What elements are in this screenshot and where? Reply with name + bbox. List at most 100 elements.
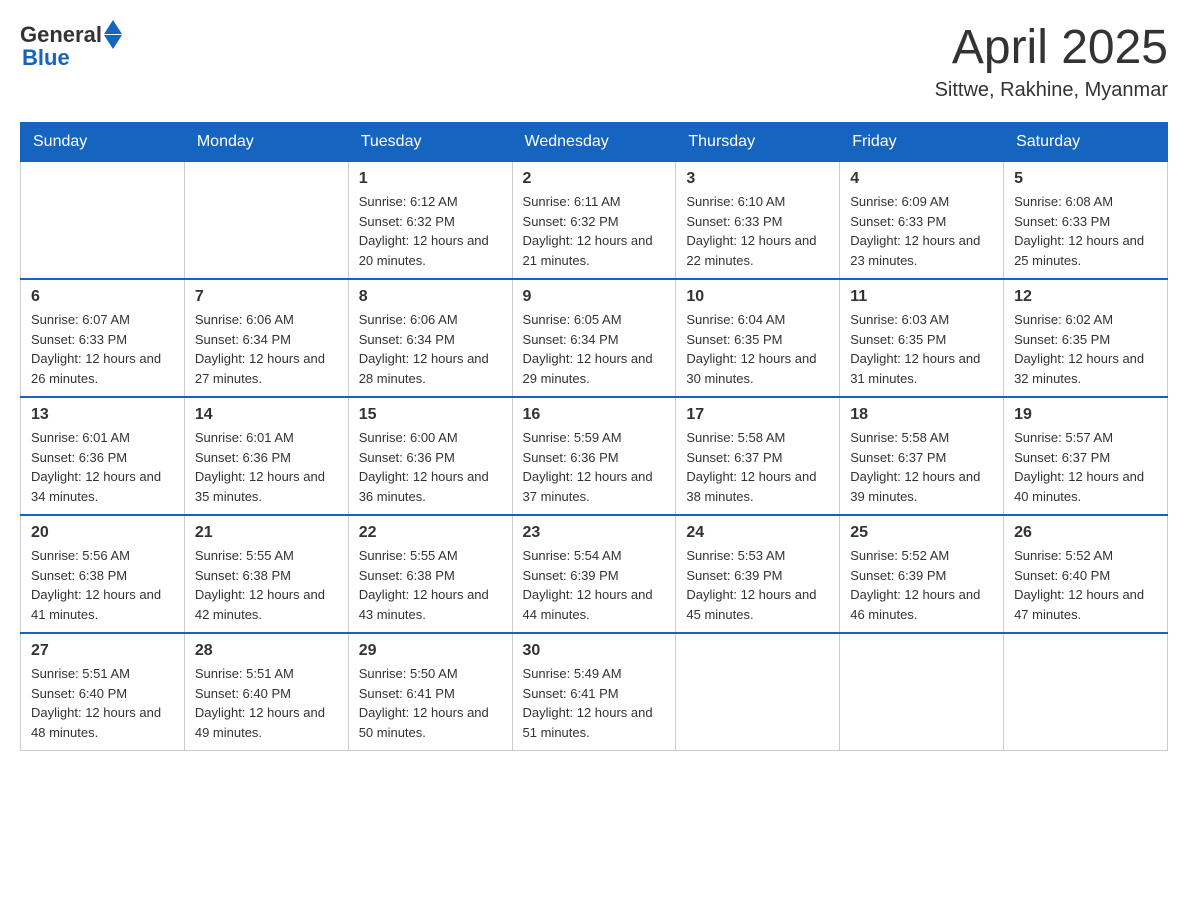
table-row: 19 Sunrise: 5:57 AMSunset: 6:37 PMDayligh…: [1004, 397, 1168, 515]
day-info: Sunrise: 6:02 AMSunset: 6:35 PMDaylight:…: [1014, 310, 1157, 388]
day-number: 30: [523, 642, 666, 660]
table-row: 25Sunrise: 5:52 AMSunset: 6:39 PMDayligh…: [840, 515, 1004, 633]
day-info: Sunrise: 6:01 AMSunset: 6:36 PMDaylight:…: [31, 428, 174, 506]
day-info: Sunrise: 5:56 AMSunset: 6:38 PMDaylight:…: [31, 546, 174, 624]
table-row: 8Sunrise: 6:06 AMSunset: 6:34 PMDaylight…: [348, 279, 512, 397]
day-number: 29: [359, 642, 502, 660]
logo-blue-text: Blue: [22, 45, 70, 71]
day-info: Sunrise: 5:57 AMSunset: 6:37 PMDaylight:…: [1014, 428, 1157, 506]
day-number: 22: [359, 524, 502, 542]
title-section: April 2025 Sittwe, Rakhine, Myanmar: [935, 20, 1168, 102]
col-tuesday: Tuesday: [348, 123, 512, 162]
table-row: [21, 162, 185, 280]
table-row: 23 Sunrise: 5:54 AMSunset: 6:39 PMDayligh…: [512, 515, 676, 633]
table-row: 21 Sunrise: 5:55 AMSunset: 6:38 PMDayligh…: [184, 515, 348, 633]
day-info: Sunrise: 6:10 AMSunset: 6:33 PMDaylight:…: [686, 192, 829, 270]
day-info: Sunrise: 5:55 AMSunset: 6:38 PMDaylight:…: [195, 546, 338, 624]
day-number: 3: [686, 170, 829, 188]
logo-triangle-up: [104, 20, 122, 34]
table-row: 14 Sunrise: 6:01 AMSunset: 6:36 PMDayligh…: [184, 397, 348, 515]
day-number: 21: [195, 524, 338, 542]
day-number: 17: [686, 406, 829, 424]
day-info: Sunrise: 6:08 AMSunset: 6:33 PMDaylight:…: [1014, 192, 1157, 270]
calendar-table: Sunday Monday Tuesday Wednesday Thursday…: [20, 122, 1168, 751]
col-sunday: Sunday: [21, 123, 185, 162]
table-row: [840, 633, 1004, 751]
day-number: 23: [523, 524, 666, 542]
day-number: 24: [686, 524, 829, 542]
day-number: 15: [359, 406, 502, 424]
day-info: Sunrise: 6:00 AMSunset: 6:36 PMDaylight:…: [359, 428, 502, 506]
day-number: 13: [31, 406, 174, 424]
day-number: 2: [523, 170, 666, 188]
day-info: Sunrise: 6:06 AMSunset: 6:34 PMDaylight:…: [359, 310, 502, 388]
day-info: Sunrise: 6:09 AMSunset: 6:33 PMDaylight:…: [850, 192, 993, 270]
day-number: 19: [1014, 406, 1157, 424]
day-info: Sunrise: 5:50 AMSunset: 6:41 PMDaylight:…: [359, 664, 502, 742]
table-row: [676, 633, 840, 751]
table-row: 26 Sunrise: 5:52 AMSunset: 6:40 PMDayligh…: [1004, 515, 1168, 633]
day-info: Sunrise: 5:58 AMSunset: 6:37 PMDaylight:…: [686, 428, 829, 506]
day-info: Sunrise: 5:51 AMSunset: 6:40 PMDaylight:…: [31, 664, 174, 742]
day-info: Sunrise: 6:06 AMSunset: 6:34 PMDaylight:…: [195, 310, 338, 388]
day-info: Sunrise: 5:54 AMSunset: 6:39 PMDaylight:…: [523, 546, 666, 624]
calendar-week-row: 1 Sunrise: 6:12 AMSunset: 6:32 PMDaylight…: [21, 162, 1168, 280]
calendar-week-row: 27Sunrise: 5:51 AMSunset: 6:40 PMDayligh…: [21, 633, 1168, 751]
logo-triangle-down: [104, 35, 122, 49]
table-row: 12 Sunrise: 6:02 AMSunset: 6:35 PMDayligh…: [1004, 279, 1168, 397]
table-row: 3 Sunrise: 6:10 AMSunset: 6:33 PMDaylight…: [676, 162, 840, 280]
day-info: Sunrise: 6:01 AMSunset: 6:36 PMDaylight:…: [195, 428, 338, 506]
table-row: 1 Sunrise: 6:12 AMSunset: 6:32 PMDaylight…: [348, 162, 512, 280]
day-info: Sunrise: 6:07 AMSunset: 6:33 PMDaylight:…: [31, 310, 174, 388]
table-row: 28 Sunrise: 5:51 AMSunset: 6:40 PMDayligh…: [184, 633, 348, 751]
table-row: 20 Sunrise: 5:56 AMSunset: 6:38 PMDayligh…: [21, 515, 185, 633]
table-row: 6 Sunrise: 6:07 AMSunset: 6:33 PMDaylight…: [21, 279, 185, 397]
col-thursday: Thursday: [676, 123, 840, 162]
table-row: 10Sunrise: 6:04 AMSunset: 6:35 PMDayligh…: [676, 279, 840, 397]
table-row: 11 Sunrise: 6:03 AMSunset: 6:35 PMDayligh…: [840, 279, 1004, 397]
day-info: Sunrise: 6:11 AMSunset: 6:32 PMDaylight:…: [523, 192, 666, 270]
day-number: 12: [1014, 288, 1157, 306]
day-number: 28: [195, 642, 338, 660]
table-row: 7 Sunrise: 6:06 AMSunset: 6:34 PMDaylight…: [184, 279, 348, 397]
day-number: 16: [523, 406, 666, 424]
table-row: 5 Sunrise: 6:08 AMSunset: 6:33 PMDaylight…: [1004, 162, 1168, 280]
day-number: 11: [850, 288, 993, 306]
day-number: 14: [195, 406, 338, 424]
table-row: 30 Sunrise: 5:49 AMSunset: 6:41 PMDayligh…: [512, 633, 676, 751]
day-info: Sunrise: 5:59 AMSunset: 6:36 PMDaylight:…: [523, 428, 666, 506]
day-number: 7: [195, 288, 338, 306]
day-number: 10: [686, 288, 829, 306]
table-row: 18Sunrise: 5:58 AMSunset: 6:37 PMDayligh…: [840, 397, 1004, 515]
day-info: Sunrise: 5:52 AMSunset: 6:39 PMDaylight:…: [850, 546, 993, 624]
calendar-week-row: 20 Sunrise: 5:56 AMSunset: 6:38 PMDayligh…: [21, 515, 1168, 633]
table-row: 4Sunrise: 6:09 AMSunset: 6:33 PMDaylight…: [840, 162, 1004, 280]
day-info: Sunrise: 5:49 AMSunset: 6:41 PMDaylight:…: [523, 664, 666, 742]
day-info: Sunrise: 5:55 AMSunset: 6:38 PMDaylight:…: [359, 546, 502, 624]
day-number: 26: [1014, 524, 1157, 542]
month-year-title: April 2025: [935, 20, 1168, 75]
day-info: Sunrise: 5:52 AMSunset: 6:40 PMDaylight:…: [1014, 546, 1157, 624]
page-header: General Blue April 2025 Sittwe, Rakhine,…: [20, 20, 1168, 102]
day-number: 6: [31, 288, 174, 306]
table-row: [1004, 633, 1168, 751]
day-info: Sunrise: 5:53 AMSunset: 6:39 PMDaylight:…: [686, 546, 829, 624]
location-subtitle: Sittwe, Rakhine, Myanmar: [935, 79, 1168, 102]
table-row: 17 Sunrise: 5:58 AMSunset: 6:37 PMDayligh…: [676, 397, 840, 515]
day-info: Sunrise: 6:05 AMSunset: 6:34 PMDaylight:…: [523, 310, 666, 388]
table-row: 29 Sunrise: 5:50 AMSunset: 6:41 PMDayligh…: [348, 633, 512, 751]
day-number: 1: [359, 170, 502, 188]
table-row: 22 Sunrise: 5:55 AMSunset: 6:38 PMDayligh…: [348, 515, 512, 633]
day-info: Sunrise: 6:03 AMSunset: 6:35 PMDaylight:…: [850, 310, 993, 388]
table-row: 16 Sunrise: 5:59 AMSunset: 6:36 PMDayligh…: [512, 397, 676, 515]
table-row: 9Sunrise: 6:05 AMSunset: 6:34 PMDaylight…: [512, 279, 676, 397]
day-info: Sunrise: 6:12 AMSunset: 6:32 PMDaylight:…: [359, 192, 502, 270]
col-saturday: Saturday: [1004, 123, 1168, 162]
day-number: 20: [31, 524, 174, 542]
day-number: 5: [1014, 170, 1157, 188]
day-info: Sunrise: 5:58 AMSunset: 6:37 PMDaylight:…: [850, 428, 993, 506]
table-row: 2 Sunrise: 6:11 AMSunset: 6:32 PMDaylight…: [512, 162, 676, 280]
calendar-header-row: Sunday Monday Tuesday Wednesday Thursday…: [21, 123, 1168, 162]
day-info: Sunrise: 5:51 AMSunset: 6:40 PMDaylight:…: [195, 664, 338, 742]
col-wednesday: Wednesday: [512, 123, 676, 162]
